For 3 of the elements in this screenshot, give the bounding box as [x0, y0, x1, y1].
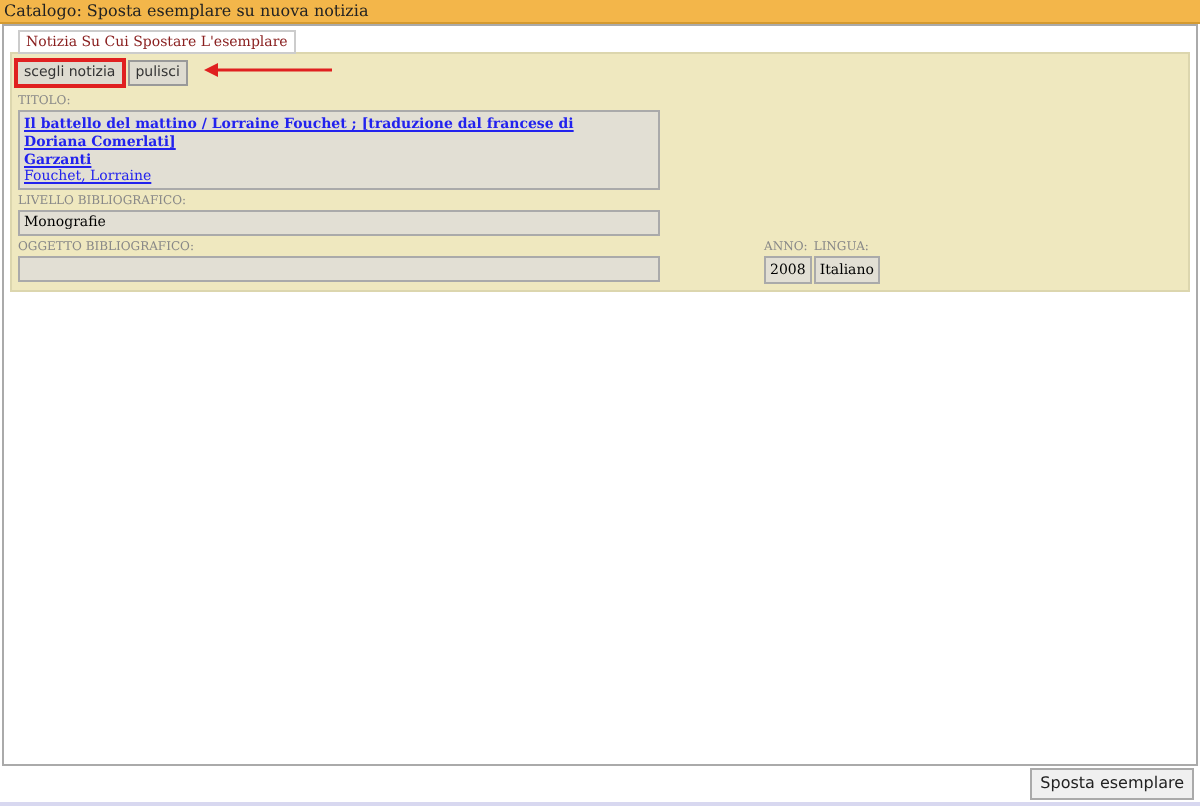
window-title: Catalogo: Sposta esemplare su nuova notizia — [0, 0, 1200, 24]
move-copy-button[interactable]: Sposta esemplare — [1030, 768, 1194, 800]
pointer-arrow — [204, 62, 332, 78]
